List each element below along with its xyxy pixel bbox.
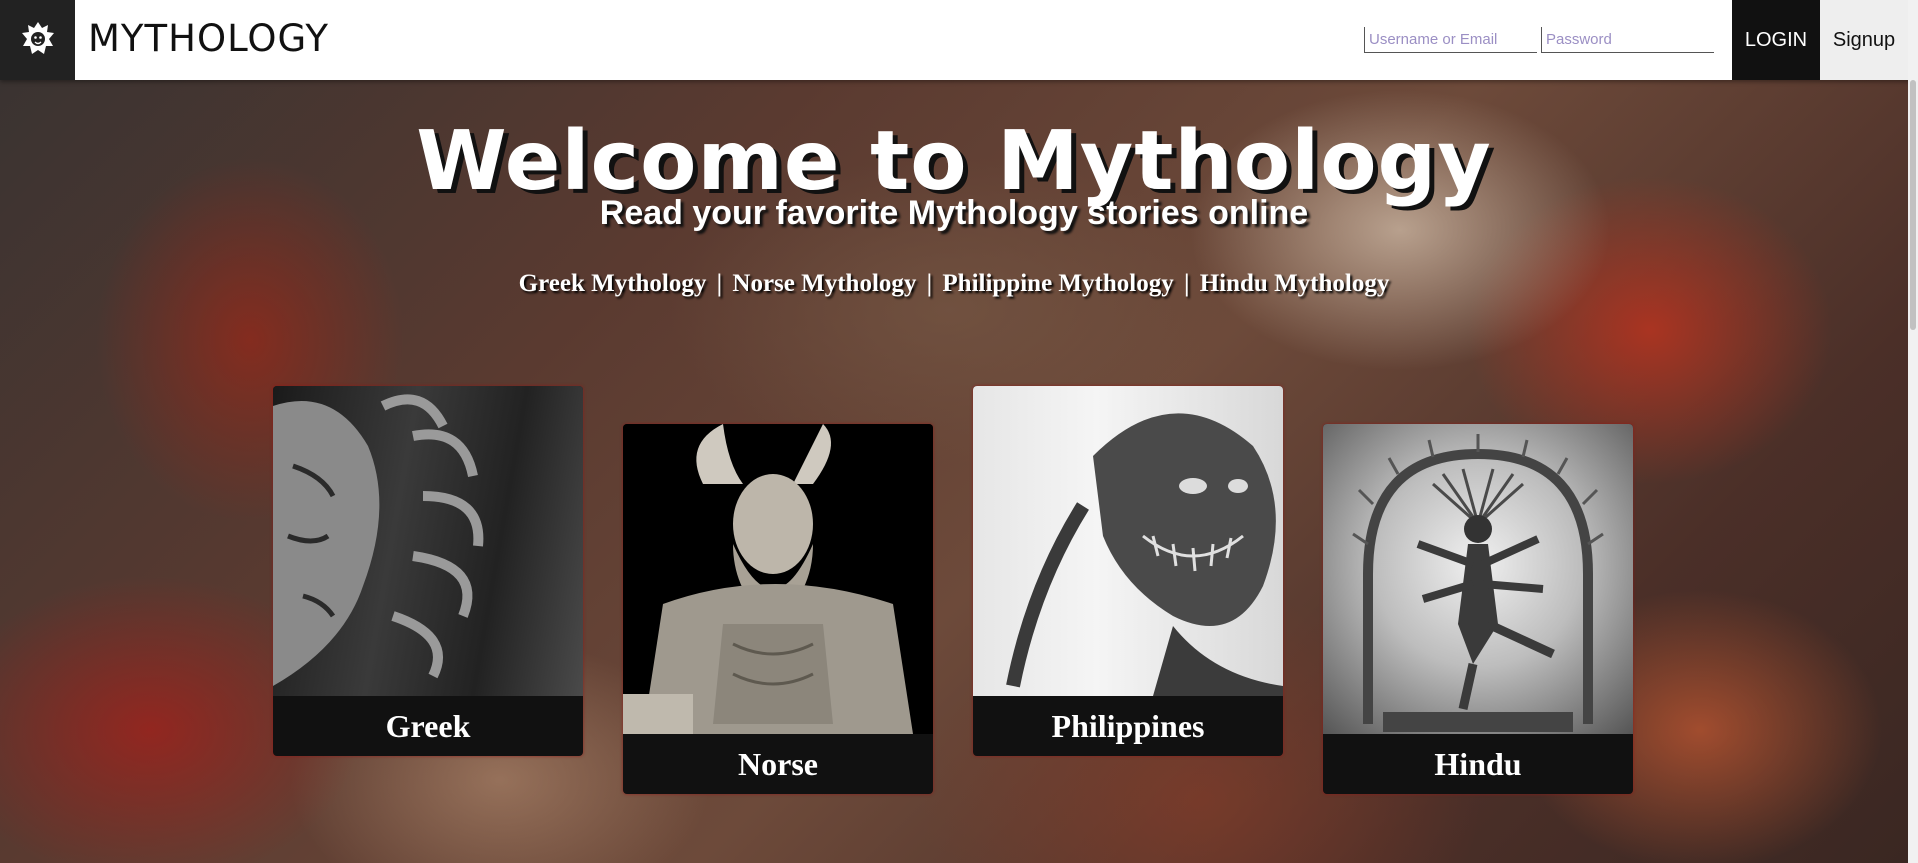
card-hindu-image [1323,424,1633,734]
link-hindu-mythology[interactable]: Hindu Mythology [1200,270,1390,297]
login-button[interactable]: LOGIN [1732,0,1820,80]
card-norse[interactable]: Norse [623,424,933,794]
brand-title[interactable]: MYTHOLOGY [88,17,329,60]
card-norse-image [623,424,933,734]
card-greek-label: Greek [385,707,471,744]
username-input[interactable] [1364,27,1537,53]
card-greek-image [273,386,583,696]
lion-head-icon [21,22,54,54]
card-philippines-image [973,386,1283,696]
medusa-statue-icon [273,394,484,686]
viking-warrior-icon [623,424,913,734]
password-input[interactable] [1541,27,1714,53]
link-philippine-mythology[interactable]: Philippine Mythology [942,270,1173,297]
card-hindu[interactable]: Hindu [1323,424,1633,794]
link-separator: | [716,270,723,297]
card-greek[interactable]: Greek [273,386,583,756]
hero-section: Welcome to Mythology Read your favorite … [0,80,1908,863]
hero-subtitle: Read your favorite Mythology stories onl… [599,194,1309,232]
link-norse-mythology[interactable]: Norse Mythology [732,270,916,297]
card-norse-label: Norse [738,745,818,782]
logo[interactable] [0,0,75,80]
card-philippines[interactable]: Philippines [973,386,1283,756]
link-separator: | [1183,270,1190,297]
link-greek-mythology[interactable]: Greek Mythology [519,270,707,297]
card-hindu-label: Hindu [1434,745,1522,782]
scrollbar-thumb[interactable] [1910,80,1916,330]
aswang-creature-icon [1006,413,1283,696]
card-philippines-label: Philippines [1051,707,1205,744]
top-header: MYTHOLOGY LOGIN Signup [0,0,1918,80]
mythology-links: Greek Mythology | Norse Mythology | Phil… [0,270,1908,298]
signup-button[interactable]: Signup [1820,0,1908,80]
nataraja-statue-icon [1352,434,1604,732]
link-separator: | [926,270,933,297]
